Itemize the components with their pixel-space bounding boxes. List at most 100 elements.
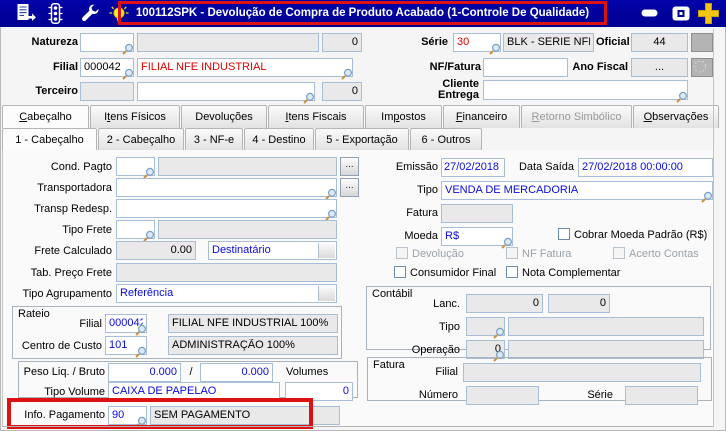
application-window: 100112SPK - Devolução de Compra de Produ… — [0, 0, 726, 431]
tipo-field[interactable]: VENDA DE MERCADORIA — [441, 181, 713, 203]
cond-pagto-code-field[interactable] — [116, 157, 155, 179]
consumidor-final-checkbox[interactable] — [394, 266, 406, 278]
lookup-icon[interactable] — [341, 68, 353, 80]
lookup-icon[interactable] — [303, 92, 315, 104]
tab-preco-frete-field — [116, 263, 337, 282]
consumidor-final-label: Consumidor Final — [410, 267, 497, 279]
lanc-field-1: 0 — [466, 294, 543, 313]
tab-impostos[interactable]: Im p ostos — [365, 105, 442, 128]
tab-retorno-simbolico: Retorno Simbólico — [521, 105, 632, 128]
lookup-icon[interactable] — [135, 346, 147, 358]
tab-itens-fisicos[interactable]: It ens Físicos — [90, 105, 180, 128]
serie-field[interactable]: 30 — [453, 33, 501, 55]
subtab-5-exportacao[interactable]: 5 - Exportação — [315, 128, 409, 150]
traffic-light-icon[interactable] — [48, 3, 63, 24]
tab-financeiro[interactable]: Financeiro — [443, 105, 520, 128]
lookup-icon[interactable] — [493, 327, 505, 339]
filial-code-field[interactable]: 000042 — [80, 58, 134, 80]
transportadora-field[interactable] — [116, 178, 337, 200]
operacao-label: Operação — [411, 344, 460, 356]
maximize-button[interactable] — [672, 6, 690, 21]
tipo-agrupamento-dropdown[interactable]: Referência — [116, 284, 337, 303]
terceiro-desc-field[interactable] — [137, 82, 315, 104]
lookup-icon[interactable] — [489, 43, 501, 55]
serie-desc-field: BLK - SERIE NFE — [503, 33, 594, 52]
transportadora-browse-button[interactable]: ... — [340, 178, 359, 197]
annotation-title-highlight: 100112SPK - Devolução de Compra de Produ… — [118, 1, 607, 25]
contabil-tipo-code-field — [466, 317, 505, 339]
lookup-icon[interactable] — [701, 191, 713, 203]
moeda-field[interactable]: R$ — [441, 227, 513, 249]
bottom-divider — [2, 426, 713, 427]
subtab-3-nfe[interactable]: 3 - NF-e — [185, 128, 243, 150]
emissao-field[interactable]: 27/02/2018 — [441, 158, 505, 177]
tab-itens-fiscais[interactable]: Itens Fiscais — [268, 105, 364, 128]
contabil-tipo-label: Tipo — [439, 321, 460, 333]
header-action-button-2[interactable] — [691, 58, 713, 77]
wrench-icon[interactable] — [80, 3, 100, 23]
peso-liq-bruto-label: Peso Liq. / Bruto — [23, 366, 105, 378]
transp-redesp-label: Transp Redesp. — [34, 203, 112, 215]
fatura-filial-field — [463, 363, 701, 382]
peso-bruto-field[interactable]: 0.000 — [200, 363, 273, 382]
cond-pagto-label: Cond. Pagto — [50, 161, 112, 173]
info-pagamento-code-field[interactable]: 90 — [108, 406, 147, 428]
info-pagamento-desc-field: SEM PAGAMENTO — [150, 406, 340, 425]
natureza-count-field: 0 — [322, 33, 362, 52]
window-title: 100112SPK - Devolução de Compra de Produ… — [135, 7, 590, 19]
transp-redesp-field[interactable] — [116, 199, 337, 221]
data-saida-field[interactable]: 27/02/2018 00:00:00 — [578, 158, 713, 177]
tipo-frete-code-field[interactable] — [116, 220, 155, 242]
centro-custo-code-field[interactable]: 101 — [105, 336, 147, 358]
peso-separator: / — [189, 366, 193, 378]
ano-fiscal-field: ... — [631, 58, 688, 77]
tab-observacoes[interactable]: Observações — [633, 105, 719, 128]
nf-fatura-field[interactable] — [483, 58, 568, 77]
lookup-icon[interactable] — [135, 324, 147, 336]
main-tab-bar: Cabeçalho It ens Físicos Devoluções Itens… — [2, 105, 720, 128]
nf-fatura-check-label: NF Fatura — [522, 248, 572, 260]
terceiro-count-field: 0 — [322, 82, 362, 101]
document-export-icon[interactable] — [16, 3, 36, 23]
filial-desc-field[interactable]: FILIAL NFE INDUSTRIAL — [137, 58, 353, 80]
terceiro-code-field — [80, 82, 134, 101]
cobrar-moeda-checkbox[interactable] — [558, 228, 570, 240]
tipo-volume-field[interactable]: CAIXA DE PAPELAO — [108, 382, 280, 401]
data-saida-label: Data Saída — [518, 161, 574, 173]
fatura-serie-field — [625, 386, 698, 405]
dropdown-arrow-icon[interactable] — [318, 286, 335, 301]
nota-complementar-checkbox[interactable] — [506, 266, 518, 278]
subtab-4-destino[interactable]: 4 - Destino — [244, 128, 314, 150]
minimize-button[interactable] — [641, 9, 658, 17]
peso-liquido-field[interactable]: 0.000 — [108, 363, 181, 382]
volumes-field[interactable]: 0 — [285, 382, 353, 401]
header-action-button-1[interactable] — [691, 33, 713, 52]
devolucao-checkbox — [396, 247, 408, 259]
lookup-icon[interactable] — [122, 43, 134, 55]
cond-pagto-browse-button[interactable]: ... — [340, 157, 359, 176]
tipo-volume-label: Tipo Volume — [44, 386, 105, 398]
lookup-icon[interactable] — [676, 91, 688, 103]
frete-por-dropdown[interactable]: Destinatário — [208, 241, 337, 260]
close-button[interactable] — [697, 2, 720, 25]
ano-fiscal-label: Ano Fiscal — [572, 61, 628, 73]
devolucao-label: Devolução — [412, 248, 464, 260]
cond-pagto-desc-field — [158, 157, 337, 176]
rateio-filial-code-field[interactable]: 000042 — [105, 314, 147, 336]
cliente-entrega-field[interactable] — [483, 80, 688, 103]
tab-cabecalho[interactable]: Cabeçalho — [2, 105, 89, 128]
subtab-6-outros[interactable]: 6 - Outros — [410, 128, 482, 150]
tab-devolucoes[interactable]: Devoluções — [181, 105, 267, 128]
lanc-field-2: 0 — [548, 294, 610, 313]
natureza-code-field[interactable] — [80, 33, 134, 55]
title-bar: 100112SPK - Devolução de Compra de Produ… — [0, 0, 726, 27]
acerto-contas-checkbox — [613, 247, 625, 259]
dropdown-arrow-icon[interactable] — [318, 243, 335, 258]
subtab-2-cabecalho[interactable]: 2 - Cabeçalho — [98, 128, 184, 150]
tipo-frete-desc-field — [158, 220, 337, 239]
lookup-icon[interactable] — [122, 68, 134, 80]
centro-custo-label: Centro de Custo — [21, 340, 102, 352]
emissao-label: Emissão — [395, 161, 438, 173]
nota-complementar-label: Nota Complementar — [522, 267, 621, 279]
subtab-1-cabecalho[interactable]: 1 - Cabeçalho — [2, 128, 97, 150]
